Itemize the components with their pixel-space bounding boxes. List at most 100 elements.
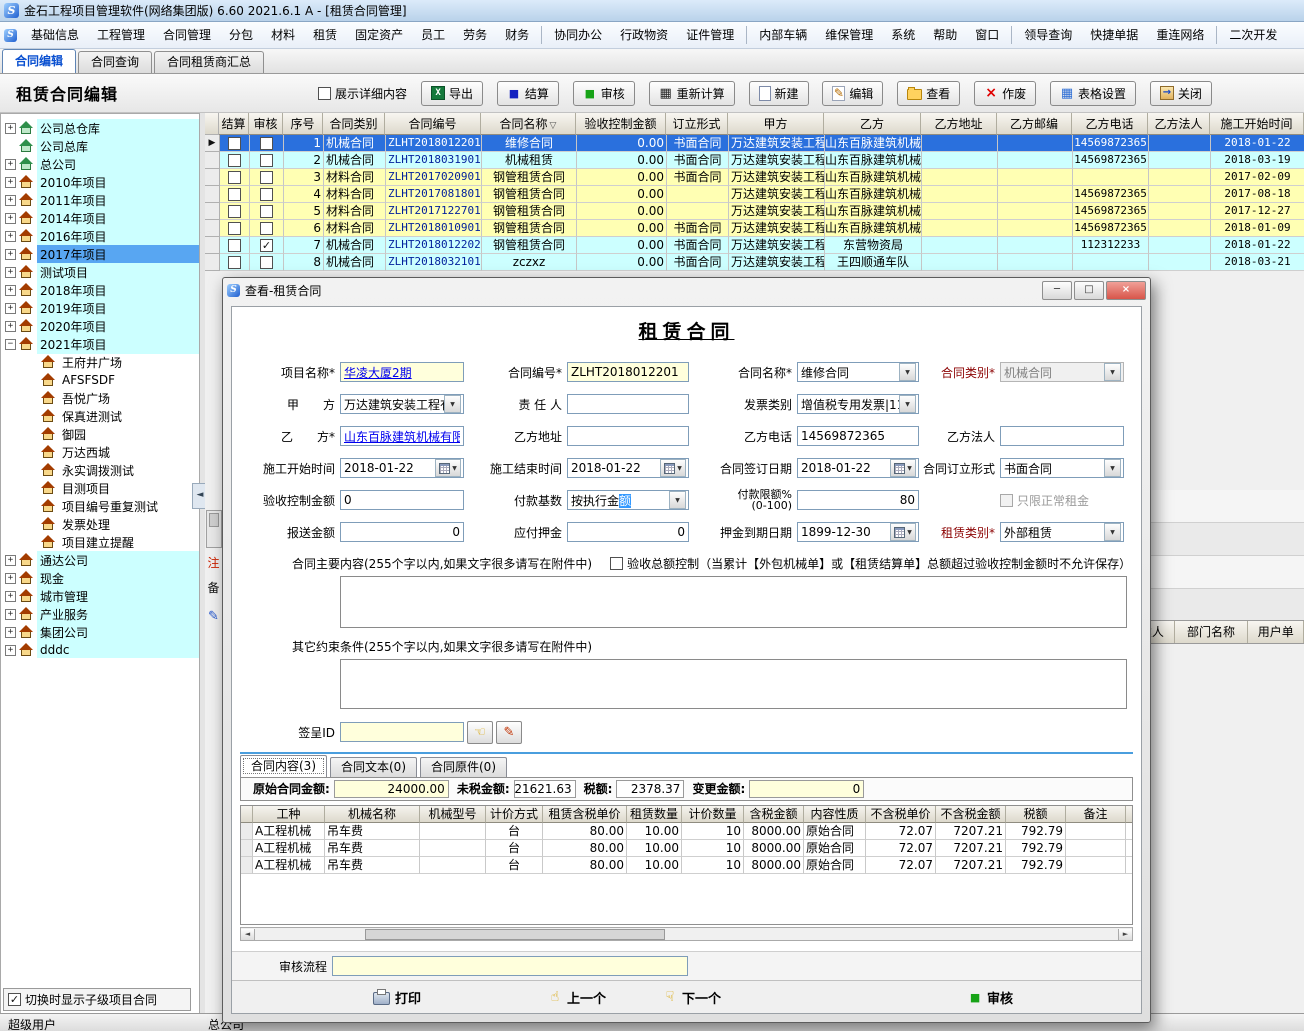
- close-button[interactable]: ×: [1106, 281, 1146, 300]
- tree-node[interactable]: +2016年项目: [1, 227, 199, 245]
- tree-node[interactable]: +2017年项目: [1, 245, 199, 263]
- tree-node[interactable]: 目测项目: [1, 479, 199, 497]
- field-end-date[interactable]: 2018-01-22▼: [567, 458, 689, 478]
- column-header-name[interactable]: 合同名称▽: [481, 113, 576, 135]
- tree-node[interactable]: AFSFSDF: [1, 371, 199, 389]
- expander-icon[interactable]: +: [5, 609, 16, 620]
- expander-icon[interactable]: +: [5, 195, 16, 206]
- field-party-b-phone[interactable]: 14569872365: [797, 426, 919, 446]
- contract-row[interactable]: 2机械合同ZLHT2018031901机械租赁0.00书面合同万达建筑安装工程山…: [205, 152, 1304, 169]
- column-header-zip[interactable]: 乙方邮编: [997, 113, 1072, 135]
- tree-node[interactable]: 御园: [1, 425, 199, 443]
- tree-node[interactable]: 吾悦广场: [1, 389, 199, 407]
- tab-合同租赁商汇总[interactable]: 合同租赁商汇总: [154, 51, 264, 73]
- contract-row[interactable]: 5材料合同ZLHT2017122701钢管租赁合同0.00万达建筑安装工程山东百…: [205, 203, 1304, 220]
- menu-item-二次开发[interactable]: 二次开发: [1220, 23, 1286, 48]
- field-party-b-legal[interactable]: [1000, 426, 1124, 446]
- menu-item-材料[interactable]: 材料: [262, 23, 304, 48]
- menu-item-固定资产[interactable]: 固定资产: [346, 23, 412, 48]
- column-header-code[interactable]: 合同编号: [385, 113, 481, 135]
- item-row[interactable]: A工程机械吊车费台80.0010.00108000.00原始合同72.07720…: [241, 857, 1132, 874]
- field-project-name[interactable]: 华凌大厦2期: [340, 362, 464, 382]
- dialog-title-bar[interactable]: S 查看-租赁合同 ─ □ ×: [223, 278, 1150, 303]
- tree-node[interactable]: +2018年项目: [1, 281, 199, 299]
- field-invoice-type[interactable]: 增值税专用发票|11▼: [797, 394, 919, 414]
- expander-icon[interactable]: +: [5, 573, 16, 584]
- tree-node[interactable]: +通达公司: [1, 551, 199, 569]
- expander-icon[interactable]: +: [5, 267, 16, 278]
- chevron-down-icon[interactable]: ▼: [899, 363, 916, 381]
- contract-row[interactable]: 8机械合同ZLHT2018032101zczxz0.00书面合同万达建筑安装工程…: [205, 254, 1304, 271]
- field-party-b-address[interactable]: [567, 426, 689, 446]
- contract-row[interactable]: 3材料合同ZLHT2017020901钢管租赁合同0.00书面合同万达建筑安装工…: [205, 169, 1304, 186]
- expander-icon[interactable]: +: [5, 159, 16, 170]
- show-detail-checkbox[interactable]: 展示详细内容: [318, 85, 407, 102]
- field-contract-category[interactable]: 机械合同▼: [1000, 362, 1124, 382]
- subtab-合同文本(0)[interactable]: 合同文本(0): [330, 757, 417, 777]
- checkbox-icon[interactable]: [228, 239, 241, 252]
- remark-side-tab[interactable]: 备: [205, 579, 222, 596]
- column-header-start[interactable]: 施工开始时间: [1210, 113, 1304, 135]
- tree-node[interactable]: +2010年项目: [1, 173, 199, 191]
- tree-node[interactable]: 公司总库: [1, 137, 199, 155]
- expander-icon[interactable]: +: [5, 213, 16, 224]
- checkbox-icon[interactable]: [260, 239, 273, 252]
- chevron-down-icon[interactable]: ▼: [899, 395, 916, 413]
- contract-row[interactable]: 7机械合同ZLHT2018012202钢管租赁合同0.00书面合同万达建筑安装工…: [205, 237, 1304, 254]
- checkbox-icon[interactable]: [228, 154, 241, 167]
- chevron-down-icon[interactable]: ▼: [669, 491, 686, 509]
- menu-item-窗口[interactable]: 窗口: [966, 23, 1008, 48]
- checkbox-icon[interactable]: [260, 256, 273, 269]
- expander-icon[interactable]: +: [5, 555, 16, 566]
- tree-node[interactable]: +总公司: [1, 155, 199, 173]
- date-picker-button[interactable]: ▼: [890, 459, 916, 477]
- tree-node[interactable]: 保真进测试: [1, 407, 199, 425]
- scroll-right-icon[interactable]: ►: [1118, 929, 1132, 940]
- tree-node[interactable]: +2020年项目: [1, 317, 199, 335]
- menu-item-领导查询[interactable]: 领导查询: [1015, 23, 1081, 48]
- menu-item-维保管理[interactable]: 维保管理: [816, 23, 882, 48]
- checkbox-icon[interactable]: [228, 171, 241, 184]
- green-dot-button[interactable]: ■审核: [573, 81, 635, 106]
- menu-item-合同管理[interactable]: 合同管理: [154, 23, 220, 48]
- tab-合同查询[interactable]: 合同查询: [78, 51, 152, 73]
- folder-button[interactable]: 查看: [897, 81, 960, 106]
- column-header-audit[interactable]: 审核: [249, 113, 283, 135]
- field-payment-limit[interactable]: 80: [797, 490, 919, 510]
- checkbox-icon[interactable]: [260, 188, 273, 201]
- menu-item-重连网络[interactable]: 重连网络: [1147, 23, 1213, 48]
- maximize-button[interactable]: □: [1074, 281, 1104, 300]
- field-party-b[interactable]: 山东百脉建筑机械有限: [340, 426, 464, 446]
- date-picker-button[interactable]: ▼: [660, 459, 686, 477]
- field-payment-base[interactable]: 按执行金额▼: [567, 490, 689, 510]
- menu-item-分包[interactable]: 分包: [220, 23, 262, 48]
- toggle-sublevel-contracts[interactable]: 切换时显示子级项目合同: [3, 988, 191, 1011]
- menu-item-系统[interactable]: 系统: [882, 23, 924, 48]
- horizontal-scrollbar[interactable]: ◄ ►: [240, 927, 1133, 941]
- minimize-button[interactable]: ─: [1042, 281, 1072, 300]
- tree-node[interactable]: +现金: [1, 569, 199, 587]
- sign-id-select-button[interactable]: ☜: [467, 721, 493, 744]
- field-responsible-person[interactable]: [567, 394, 689, 414]
- column-header-party_b[interactable]: 乙方: [824, 113, 921, 135]
- tree-node[interactable]: +2019年项目: [1, 299, 199, 317]
- column-header-legal[interactable]: 乙方法人: [1148, 113, 1210, 135]
- column-header-no[interactable]: 序号: [283, 113, 323, 135]
- date-picker-button[interactable]: ▼: [435, 459, 461, 477]
- menu-item-租赁[interactable]: 租赁: [304, 23, 346, 48]
- menu-item-内部车辆[interactable]: 内部车辆: [750, 23, 816, 48]
- hand-down-button[interactable]: ☟下一个: [657, 987, 727, 1008]
- field-acceptance-control-amount[interactable]: 0: [340, 490, 464, 510]
- menu-item-证件管理[interactable]: 证件管理: [677, 23, 743, 48]
- field-contract-code[interactable]: ZLHT2018012201: [567, 362, 689, 382]
- tree-node[interactable]: +测试项目: [1, 263, 199, 281]
- calculator-button[interactable]: ▦重新计算: [649, 81, 735, 106]
- column-header-party_a[interactable]: 甲方: [728, 113, 824, 135]
- tree-node[interactable]: +2014年项目: [1, 209, 199, 227]
- checkbox-icon[interactable]: [260, 154, 273, 167]
- checkbox-icon[interactable]: [228, 256, 241, 269]
- tree-node[interactable]: +公司总仓库: [1, 119, 199, 137]
- expander-icon[interactable]: +: [5, 123, 16, 134]
- menu-item-帮助[interactable]: 帮助: [924, 23, 966, 48]
- contract-row[interactable]: 4材料合同ZLHT2017081801钢管租赁合同0.00万达建筑安装工程山东百…: [205, 186, 1304, 203]
